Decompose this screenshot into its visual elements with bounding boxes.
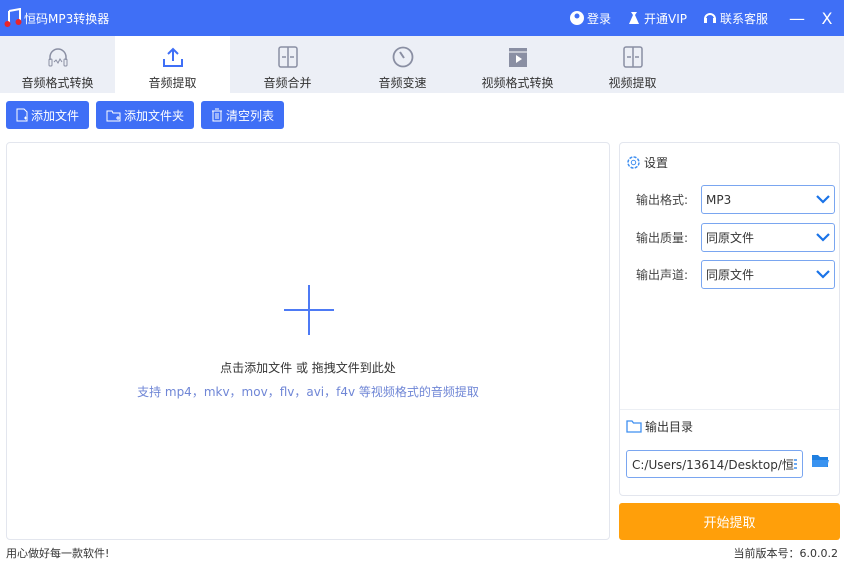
output-dir-label: 输出目录 — [645, 420, 694, 434]
support-label: 联系客服 — [719, 11, 768, 26]
tab-audio-format-convert[interactable]: 音频格式转换 — [0, 36, 115, 93]
clear-list-label: 清空列表 — [226, 108, 275, 123]
format-label: 输出格式: — [636, 193, 689, 207]
close-button[interactable]: X — [814, 9, 840, 28]
vip-button[interactable]: 开通VIP — [627, 10, 687, 27]
output-dir-title: 输出目录 — [626, 418, 693, 435]
gear-icon — [627, 156, 640, 169]
list-icon[interactable] — [793, 459, 797, 469]
add-file-icon — [16, 108, 28, 122]
output-quality-select[interactable]: 同原文件 — [701, 223, 835, 252]
supported-formats: 支持 mp4，mkv，mov，flv，avi，f4v 等视频格式的音频提取 — [137, 385, 479, 399]
trash-icon — [212, 108, 223, 122]
tab-label: 视频提取 — [608, 76, 657, 90]
folder-icon — [626, 420, 642, 433]
headphones-icon — [48, 48, 67, 67]
chevron-down-icon — [816, 270, 830, 279]
headset-icon — [703, 13, 716, 23]
user-icon — [569, 11, 584, 25]
add-folder-label: 添加文件夹 — [124, 108, 185, 123]
open-folder-icon[interactable] — [812, 454, 829, 468]
tab-label: 音频变速 — [378, 76, 427, 90]
app-title: 恒码MP3转换器 — [24, 12, 110, 26]
chevron-down-icon — [816, 195, 830, 204]
output-path-value: C:/Users/13614/Desktop/恒 — [632, 457, 794, 472]
feature-tabs: 音频格式转换 音频提取 音频合并 音频变速 视频格式转换 视频提取 — [0, 36, 844, 93]
login-button[interactable]: 登录 — [569, 10, 611, 27]
quality-value: 同原文件 — [706, 231, 755, 245]
money-bag-icon — [628, 12, 639, 24]
clear-list-button[interactable]: 清空列表 — [201, 101, 285, 129]
toolbar: 添加文件 添加文件夹 清空列表 — [6, 101, 285, 129]
plus-icon[interactable] — [284, 285, 334, 335]
login-label: 登录 — [586, 11, 611, 26]
footer-slogan: 用心做好每一款软件! — [6, 547, 110, 560]
tab-video-extract[interactable]: 视频提取 — [575, 36, 690, 93]
settings-panel: 设置 输出格式: MP3 输出质量: 同原文件 输出声道: 同原文件 输出目录 C:/… — [619, 142, 840, 496]
start-extract-button[interactable]: 开始提取 — [619, 503, 840, 540]
divider — [620, 409, 839, 410]
chevron-down-icon — [816, 233, 830, 242]
minimize-button[interactable]: — — [784, 9, 810, 28]
add-file-button[interactable]: 添加文件 — [6, 101, 90, 129]
tab-label: 音频提取 — [148, 76, 197, 90]
merge-icon — [622, 46, 643, 68]
tab-label: 音频格式转换 — [21, 76, 94, 90]
video-film-icon — [508, 48, 527, 67]
output-channel-select[interactable]: 同原文件 — [701, 260, 835, 289]
settings-title: 设置 — [626, 154, 668, 171]
upload-icon — [162, 47, 183, 67]
support-button[interactable]: 联系客服 — [703, 10, 768, 27]
drop-hint: 点击添加文件 或 拖拽文件到此处 — [220, 361, 396, 375]
add-folder-button[interactable]: 添加文件夹 — [96, 101, 195, 129]
settings-title-label: 设置 — [644, 156, 669, 170]
tab-audio-speed[interactable]: 音频变速 — [345, 36, 460, 93]
file-drop-area[interactable]: 点击添加文件 或 拖拽文件到此处 支持 mp4，mkv，mov，flv，avi，… — [6, 142, 610, 540]
tab-audio-merge[interactable]: 音频合并 — [230, 36, 345, 93]
merge-icon — [277, 46, 298, 68]
quality-label: 输出质量: — [636, 231, 689, 245]
music-note-icon — [4, 8, 22, 27]
channel-label: 输出声道: — [636, 268, 689, 282]
tab-label: 音频合并 — [263, 76, 312, 90]
add-folder-icon — [106, 110, 121, 121]
title-bar: 恒码MP3转换器 登录 开通VIP 联系客服 — X — [0, 0, 844, 36]
tab-audio-extract[interactable]: 音频提取 — [115, 36, 230, 93]
format-value: MP3 — [706, 192, 732, 207]
version-label: 当前版本号：6.0.0.2 — [733, 547, 838, 560]
vip-label: 开通VIP — [643, 11, 687, 26]
tab-label: 视频格式转换 — [481, 76, 554, 90]
add-file-label: 添加文件 — [31, 108, 80, 123]
output-format-select[interactable]: MP3 — [701, 185, 835, 214]
channel-value: 同原文件 — [706, 268, 755, 282]
tab-video-format-convert[interactable]: 视频格式转换 — [460, 36, 575, 93]
speed-dial-icon — [392, 46, 413, 68]
output-path-field[interactable]: C:/Users/13614/Desktop/恒 — [626, 450, 803, 478]
